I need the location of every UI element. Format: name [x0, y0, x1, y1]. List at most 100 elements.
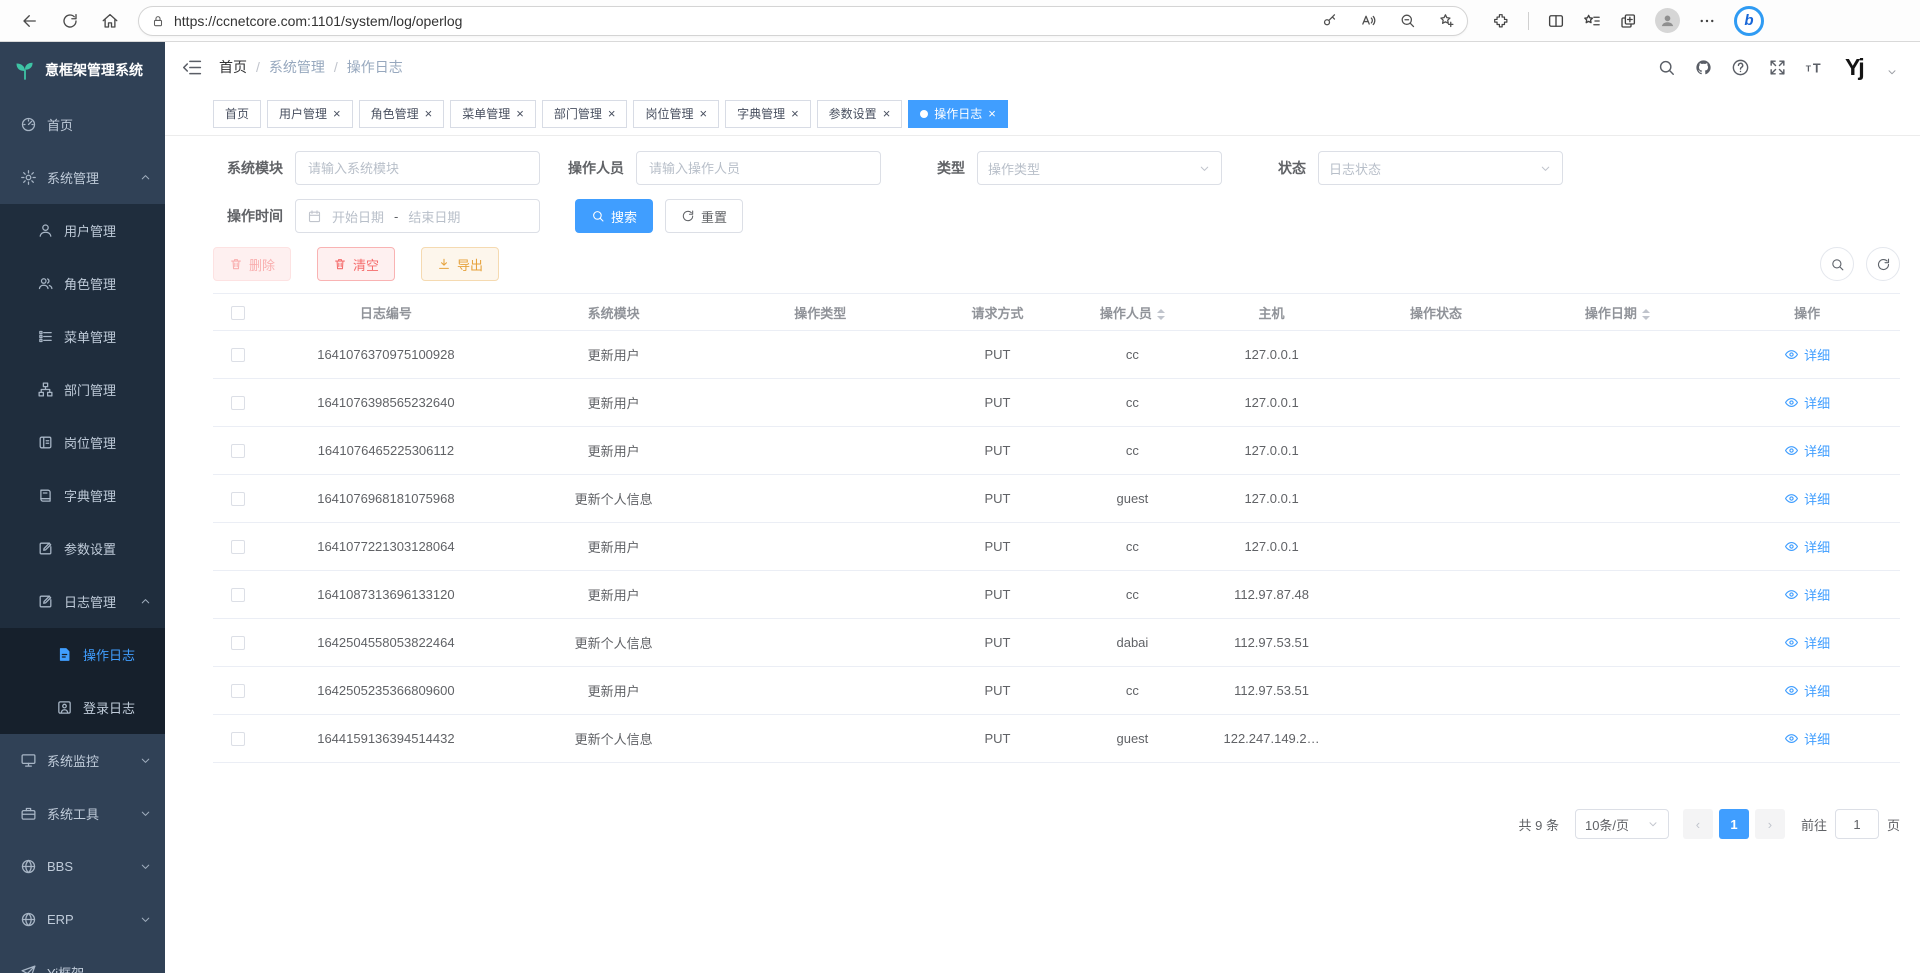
tab-item[interactable]: 字典管理× [725, 100, 811, 128]
status-select[interactable]: 日志状态 [1318, 151, 1563, 185]
sidebar-item[interactable]: 系统监控 [0, 734, 165, 787]
detail-link[interactable]: 详细 [1784, 729, 1830, 748]
browser-refresh-button[interactable] [52, 5, 88, 37]
sidebar-item[interactable]: 菜单管理 [0, 310, 165, 363]
url-text[interactable]: https://ccnetcore.com:1101/system/log/op… [174, 13, 1299, 29]
sidebar-item[interactable]: 岗位管理 [0, 416, 165, 469]
close-icon[interactable]: × [988, 107, 996, 120]
close-icon[interactable]: × [791, 107, 799, 120]
sidebar-item[interactable]: 系统工具 [0, 787, 165, 840]
browser-home-button[interactable] [92, 5, 128, 37]
select-all-checkbox[interactable] [231, 306, 245, 320]
detail-link[interactable]: 详细 [1784, 585, 1830, 604]
detail-link[interactable]: 详细 [1784, 393, 1830, 412]
close-icon[interactable]: × [333, 107, 341, 120]
help-icon[interactable] [1731, 58, 1750, 77]
collections-icon[interactable] [1619, 12, 1637, 30]
search-button[interactable]: 搜索 [575, 199, 653, 233]
reset-button[interactable]: 重置 [665, 199, 743, 233]
sidebar-item[interactable]: 日志管理 [0, 575, 165, 628]
tab-item[interactable]: 首页 [213, 100, 261, 128]
sidebar-item[interactable]: 参数设置 [0, 522, 165, 575]
address-bar[interactable]: https://ccnetcore.com:1101/system/log/op… [138, 6, 1468, 36]
row-checkbox[interactable] [231, 444, 245, 458]
close-icon[interactable]: × [699, 107, 707, 120]
show-search-button[interactable] [1820, 247, 1854, 281]
fullscreen-icon[interactable] [1768, 58, 1787, 77]
sidebar-item[interactable]: BBS [0, 840, 165, 893]
password-key-icon[interactable] [1321, 12, 1338, 29]
operator-input[interactable] [636, 151, 881, 185]
delete-button[interactable]: 删除 [213, 247, 291, 281]
sidebar-item[interactable]: 首页 [0, 98, 165, 151]
row-checkbox[interactable] [231, 684, 245, 698]
add-favorite-icon[interactable] [1438, 12, 1455, 29]
row-checkbox[interactable] [231, 396, 245, 410]
tab-item[interactable]: 部门管理× [542, 100, 628, 128]
sidebar-item[interactable]: 角色管理 [0, 257, 165, 310]
column-header[interactable]: 操作人员 [1073, 294, 1191, 331]
browser-profile-avatar[interactable] [1655, 8, 1680, 33]
yi-logo-icon[interactable]: Yj [1842, 53, 1876, 81]
github-icon[interactable] [1694, 58, 1713, 77]
close-icon[interactable]: × [516, 107, 524, 120]
split-screen-icon[interactable] [1547, 12, 1565, 30]
refresh-table-button[interactable] [1866, 247, 1900, 281]
type-select[interactable]: 操作类型 [977, 151, 1222, 185]
page-size-select[interactable]: 10条/页 [1575, 809, 1669, 839]
detail-link[interactable]: 详细 [1784, 345, 1830, 364]
row-checkbox[interactable] [231, 348, 245, 362]
read-aloud-icon[interactable] [1360, 12, 1377, 29]
sidebar-item[interactable]: 部门管理 [0, 363, 165, 416]
bing-chat-icon[interactable]: b [1734, 6, 1764, 36]
tab-item[interactable]: 用户管理× [267, 100, 353, 128]
search-icon[interactable] [1657, 58, 1676, 77]
clear-button[interactable]: 清空 [317, 247, 395, 281]
detail-link[interactable]: 详细 [1784, 633, 1830, 652]
tab-item[interactable]: 角色管理× [359, 100, 445, 128]
close-icon[interactable]: × [883, 107, 891, 120]
date-range-picker[interactable]: 开始日期 - 结束日期 [295, 199, 540, 233]
row-checkbox[interactable] [231, 636, 245, 650]
sidebar-item[interactable]: 系统管理 [0, 151, 165, 204]
sidebar-item[interactable]: ERP [0, 893, 165, 946]
sidebar-item[interactable]: Yi框架 [0, 946, 165, 973]
tab-active[interactable]: 操作日志× [908, 100, 1008, 128]
next-page-button[interactable]: › [1755, 809, 1785, 839]
favorites-icon[interactable] [1583, 12, 1601, 30]
sidebar-item[interactable]: 用户管理 [0, 204, 165, 257]
row-checkbox[interactable] [231, 540, 245, 554]
sort-carets-icon[interactable] [1642, 309, 1650, 320]
sidebar-item[interactable]: 字典管理 [0, 469, 165, 522]
sidebar-item[interactable]: 登录日志 [0, 681, 165, 734]
detail-link[interactable]: 详细 [1784, 489, 1830, 508]
column-header[interactable]: 操作日期 [1520, 294, 1714, 331]
tab-item[interactable]: 菜单管理× [450, 100, 536, 128]
detail-link[interactable]: 详细 [1784, 441, 1830, 460]
tab-item[interactable]: 岗位管理× [633, 100, 719, 128]
sidebar-collapse-icon[interactable] [182, 57, 203, 78]
detail-link[interactable]: 详细 [1784, 537, 1830, 556]
current-page-button[interactable]: 1 [1719, 809, 1749, 839]
close-icon[interactable]: × [425, 107, 433, 120]
tab-item[interactable]: 参数设置× [817, 100, 903, 128]
row-checkbox[interactable] [231, 732, 245, 746]
more-options-icon[interactable] [1698, 12, 1716, 30]
export-button[interactable]: 导出 [421, 247, 499, 281]
goto-page-input[interactable] [1835, 809, 1879, 839]
extensions-icon[interactable] [1492, 12, 1510, 30]
app-title: 意框架管理系统 [45, 60, 143, 80]
prev-page-button[interactable]: ‹ [1683, 809, 1713, 839]
detail-link[interactable]: 详细 [1784, 681, 1830, 700]
browser-back-button[interactable] [12, 5, 48, 37]
sort-carets-icon[interactable] [1157, 309, 1165, 320]
zoom-out-icon[interactable] [1399, 12, 1416, 29]
close-icon[interactable]: × [608, 107, 616, 120]
sidebar-item[interactable]: 操作日志 [0, 628, 165, 681]
module-input[interactable] [295, 151, 540, 185]
font-size-icon[interactable]: TT [1805, 58, 1824, 77]
breadcrumb-item[interactable]: 首页 [219, 57, 247, 77]
chevron-down-icon[interactable] [1886, 66, 1898, 78]
row-checkbox[interactable] [231, 492, 245, 506]
row-checkbox[interactable] [231, 588, 245, 602]
